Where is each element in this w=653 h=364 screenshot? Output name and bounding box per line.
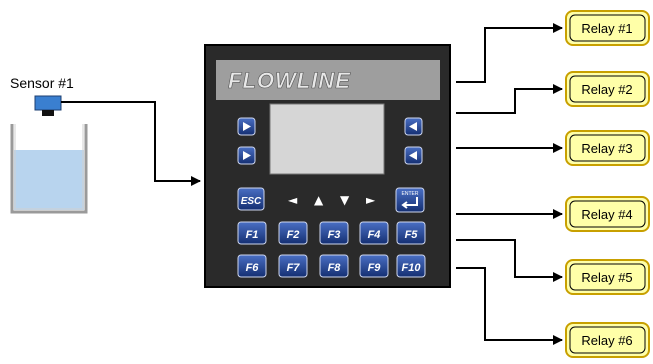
relay-wire-6 xyxy=(456,267,563,345)
arrow-up-icon[interactable]: ▲ xyxy=(314,193,324,207)
brand-logo: FLOWLINE xyxy=(228,68,351,93)
fkey-f8[interactable]: F8 xyxy=(319,254,349,278)
relay-label: Relay #2 xyxy=(581,82,632,97)
fkey-f2[interactable]: F2 xyxy=(278,221,308,245)
fkey-label: F7 xyxy=(287,262,301,274)
sensor-label: Sensor #1 xyxy=(10,75,74,91)
controller: FLOWLINE ESC ◄ ▲ ▼ ► ENTER F1 F2 F3 F4 F… xyxy=(204,44,451,288)
fkey-label: F6 xyxy=(246,262,260,274)
esc-key[interactable]: ESC xyxy=(237,187,265,211)
fkey-f4[interactable]: F4 xyxy=(359,221,389,245)
arrow-left-icon[interactable]: ◄ xyxy=(288,193,298,207)
fkey-label: F10 xyxy=(402,262,422,274)
arrow-down-icon[interactable]: ▼ xyxy=(340,193,350,207)
fkey-label: F2 xyxy=(287,229,300,241)
side-key-left-top[interactable] xyxy=(237,117,256,136)
fkey-f5[interactable]: F5 xyxy=(396,221,426,245)
fkey-label: F9 xyxy=(368,262,382,274)
relay-wire-2 xyxy=(456,84,563,114)
relay-5-box: Relay #5 xyxy=(565,259,650,295)
sensor-group: Sensor #1 xyxy=(10,75,88,214)
fkey-label: F1 xyxy=(246,229,259,241)
fkey-label: F8 xyxy=(328,262,342,274)
enter-key-label: ENTER xyxy=(402,191,419,197)
sensor-stem xyxy=(42,110,54,116)
fkey-f10[interactable]: F10 xyxy=(396,254,426,278)
side-key-left-bottom[interactable] xyxy=(237,146,256,165)
relay-1-box: Relay #1 xyxy=(565,10,650,46)
relay-2-box: Relay #2 xyxy=(565,71,650,107)
relay-label: Relay #5 xyxy=(581,270,632,285)
fkey-f1[interactable]: F1 xyxy=(237,221,267,245)
fkey-label: F3 xyxy=(328,229,341,241)
fkey-f7[interactable]: F7 xyxy=(278,254,308,278)
sensor-head xyxy=(34,95,62,111)
arrow-right-icon[interactable]: ► xyxy=(366,193,376,207)
relay-wire-5 xyxy=(456,239,563,282)
fkey-f6[interactable]: F6 xyxy=(237,254,267,278)
esc-key-label: ESC xyxy=(241,196,262,207)
fkey-label: F4 xyxy=(368,229,381,241)
flowline-relay-diagram: Sensor #1 FLOWLINE ESC ◄ ▲ ▼ ► ENTER F1 … xyxy=(10,10,650,358)
relay-4-box: Relay #4 xyxy=(565,196,650,232)
side-key-right-bottom[interactable] xyxy=(404,146,423,165)
enter-key[interactable]: ENTER xyxy=(395,187,425,213)
side-key-right-top[interactable] xyxy=(404,117,423,136)
relay-label: Relay #3 xyxy=(581,141,632,156)
relay-3-box: Relay #3 xyxy=(565,130,650,166)
relay-wire-1 xyxy=(456,23,563,83)
relay-label: Relay #4 xyxy=(581,207,632,222)
lcd-screen xyxy=(269,103,385,175)
fkey-f3[interactable]: F3 xyxy=(319,221,349,245)
relay-label: Relay #6 xyxy=(581,333,632,348)
tank-water xyxy=(14,150,84,210)
relay-6-box: Relay #6 xyxy=(565,322,650,358)
fkey-label: F5 xyxy=(405,229,419,241)
fkey-f9[interactable]: F9 xyxy=(359,254,389,278)
relay-label: Relay #1 xyxy=(581,21,632,36)
